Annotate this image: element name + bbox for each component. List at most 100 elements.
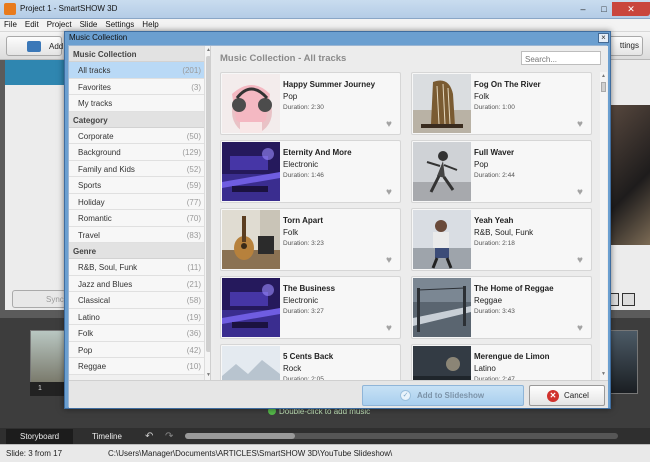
timeline-scroll-thumb[interactable] bbox=[185, 433, 295, 439]
category-count: (36) bbox=[186, 329, 201, 338]
tracks-scrollbar[interactable]: ▲ ▼ bbox=[600, 72, 607, 380]
track-title: Fog On The River bbox=[474, 80, 541, 89]
category-item[interactable]: Pop (42) bbox=[69, 341, 204, 358]
menu-help[interactable]: Help bbox=[138, 19, 162, 30]
tracks-grid: Happy Summer Journey Pop Duration: 2:30 ♥ Fo… bbox=[220, 72, 596, 380]
category-item[interactable]: R&B, Soul, Funk (11) bbox=[69, 259, 204, 276]
album-art bbox=[222, 74, 280, 133]
favorite-heart-icon[interactable]: ♥ bbox=[386, 324, 392, 334]
tab-storyboard[interactable]: Storyboard bbox=[6, 429, 74, 444]
category-item[interactable]: All tracks (201) bbox=[69, 62, 204, 79]
category-scroll-thumb[interactable] bbox=[206, 56, 210, 352]
category-label: Corporate bbox=[78, 131, 114, 141]
favorite-heart-icon[interactable]: ♥ bbox=[577, 256, 583, 266]
cancel-button[interactable]: ✕ Cancel bbox=[529, 385, 605, 406]
timeline-scrollbar[interactable] bbox=[185, 433, 618, 439]
category-item[interactable]: Holiday (77) bbox=[69, 193, 204, 210]
track-genre: Electronic bbox=[283, 160, 319, 169]
scroll-down-icon[interactable]: ▼ bbox=[601, 371, 606, 377]
track-genre: Rock bbox=[283, 364, 302, 373]
track-duration: Duration: 3:23 bbox=[283, 240, 324, 247]
menu-settings[interactable]: Settings bbox=[101, 19, 138, 30]
category-item[interactable]: Latino (19) bbox=[69, 308, 204, 325]
track-title: Happy Summer Journey bbox=[283, 80, 376, 89]
favorite-heart-icon[interactable]: ♥ bbox=[386, 188, 392, 198]
track-card[interactable]: The Business Electronic Duration: 3:27 ♥ bbox=[220, 276, 401, 339]
search-input[interactable] bbox=[521, 51, 601, 65]
track-title: Full Waver bbox=[474, 148, 515, 157]
category-item[interactable]: Background (129) bbox=[69, 144, 204, 161]
add-photos-button[interactable]: Add bbox=[6, 36, 64, 56]
category-label: Classical bbox=[78, 296, 111, 305]
category-item[interactable]: Travel (83) bbox=[69, 226, 204, 243]
undo-icon[interactable]: ↶ bbox=[145, 431, 153, 442]
category-scrollbar[interactable]: ▲ ▼ bbox=[204, 46, 210, 380]
title-bar: Project 1 - SmartSHOW 3D – □ ✕ bbox=[0, 0, 650, 19]
track-card[interactable]: 5 Cents BackRockDuration: 2:05♥ bbox=[220, 344, 401, 380]
track-title: Merengue de Limon bbox=[474, 352, 550, 361]
category-item[interactable]: Corporate (50) bbox=[69, 127, 204, 144]
category-count: (77) bbox=[186, 197, 201, 207]
track-duration: Duration: 2:18 bbox=[474, 240, 515, 247]
track-genre: Pop bbox=[283, 92, 298, 101]
category-item[interactable]: Classical (58) bbox=[69, 292, 204, 309]
category-item[interactable]: Jazz and Blues (21) bbox=[69, 275, 204, 292]
category-item[interactable]: Sports (59) bbox=[69, 177, 204, 194]
redo-icon[interactable]: ↷ bbox=[165, 431, 173, 442]
album-art bbox=[413, 278, 471, 337]
track-card[interactable]: The Home of Reggae Reggae Duration: 3:43 ♥ bbox=[411, 276, 592, 339]
favorite-heart-icon[interactable]: ♥ bbox=[386, 120, 392, 130]
menu-file[interactable]: File bbox=[0, 19, 21, 30]
close-button[interactable]: ✕ bbox=[612, 2, 650, 16]
category-list: Music Collection All tracks (201) Favorites… bbox=[69, 46, 204, 375]
category-item[interactable]: My tracks bbox=[69, 95, 204, 112]
track-genre: R&B, Soul, Funk bbox=[474, 228, 534, 237]
track-card[interactable]: Happy Summer Journey Pop Duration: 2:30 ♥ bbox=[220, 72, 401, 135]
dialog-footer: ✓ Add to Slideshow ✕ Cancel bbox=[69, 380, 608, 408]
add-photos-label: Add bbox=[49, 42, 64, 51]
track-card[interactable]: Full Waver Pop Duration: 2:44 ♥ bbox=[411, 140, 592, 203]
scroll-down-icon[interactable]: ▼ bbox=[206, 372, 210, 378]
menu-edit[interactable]: Edit bbox=[21, 19, 43, 30]
favorite-heart-icon[interactable]: ♥ bbox=[577, 120, 583, 130]
category-count: (70) bbox=[186, 214, 201, 223]
cancel-label: Cancel bbox=[564, 391, 589, 400]
dialog-close-button[interactable]: × bbox=[598, 33, 609, 43]
view-tabs: Storyboard Timeline ↶ ↷ bbox=[0, 428, 650, 444]
favorite-heart-icon[interactable]: ♥ bbox=[386, 256, 392, 266]
window-title: Project 1 - SmartSHOW 3D bbox=[20, 4, 118, 13]
add-to-slideshow-button[interactable]: ✓ Add to Slideshow bbox=[362, 385, 524, 406]
favorite-heart-icon[interactable]: ♥ bbox=[577, 324, 583, 334]
category-item[interactable]: Folk (36) bbox=[69, 325, 204, 342]
category-label: Pop bbox=[78, 345, 93, 355]
category-item[interactable]: Reggae (10) bbox=[69, 358, 204, 375]
add-to-slideshow-label: Add to Slideshow bbox=[417, 391, 485, 400]
category-label: Holiday bbox=[78, 197, 105, 207]
track-card[interactable]: Torn Apart Folk Duration: 3:23 ♥ bbox=[220, 208, 401, 271]
track-card[interactable]: Yeah Yeah R&B, Soul, Funk Duration: 2:18 ♥ bbox=[411, 208, 592, 271]
track-card[interactable]: Merengue de LimonLatinoDuration: 2:47♥ bbox=[411, 344, 592, 380]
track-card[interactable]: Fog On The River Folk Duration: 1:00 ♥ bbox=[411, 72, 592, 135]
category-item[interactable]: Family and Kids (52) bbox=[69, 160, 204, 177]
slide-thumbnail-right[interactable] bbox=[608, 330, 638, 394]
favorite-heart-icon[interactable]: ♥ bbox=[577, 188, 583, 198]
app-icon bbox=[4, 3, 16, 15]
category-label: Family and Kids bbox=[78, 164, 135, 174]
tracks-heading: Music Collection - All tracks bbox=[220, 53, 347, 64]
category-count: (10) bbox=[186, 362, 201, 371]
fullscreen-icon[interactable] bbox=[622, 293, 635, 306]
category-item[interactable]: Favorites (3) bbox=[69, 78, 204, 95]
track-card[interactable]: Eternity And More Electronic Duration: 1:4… bbox=[220, 140, 401, 203]
category-count: (21) bbox=[186, 279, 201, 289]
tracks-scroll-thumb[interactable] bbox=[601, 82, 606, 92]
scroll-up-icon[interactable]: ▲ bbox=[206, 47, 210, 53]
menu-slide[interactable]: Slide bbox=[76, 19, 102, 30]
menu-project[interactable]: Project bbox=[43, 19, 76, 30]
tab-timeline[interactable]: Timeline bbox=[78, 429, 136, 444]
track-title: Yeah Yeah bbox=[474, 216, 514, 225]
category-item[interactable]: Romantic (70) bbox=[69, 210, 204, 227]
scroll-up-icon[interactable]: ▲ bbox=[601, 73, 606, 79]
sync-button[interactable]: Sync bbox=[12, 290, 66, 308]
music-collection-dialog: Music Collection × Music Collection All t… bbox=[64, 31, 611, 409]
album-art bbox=[413, 74, 471, 133]
